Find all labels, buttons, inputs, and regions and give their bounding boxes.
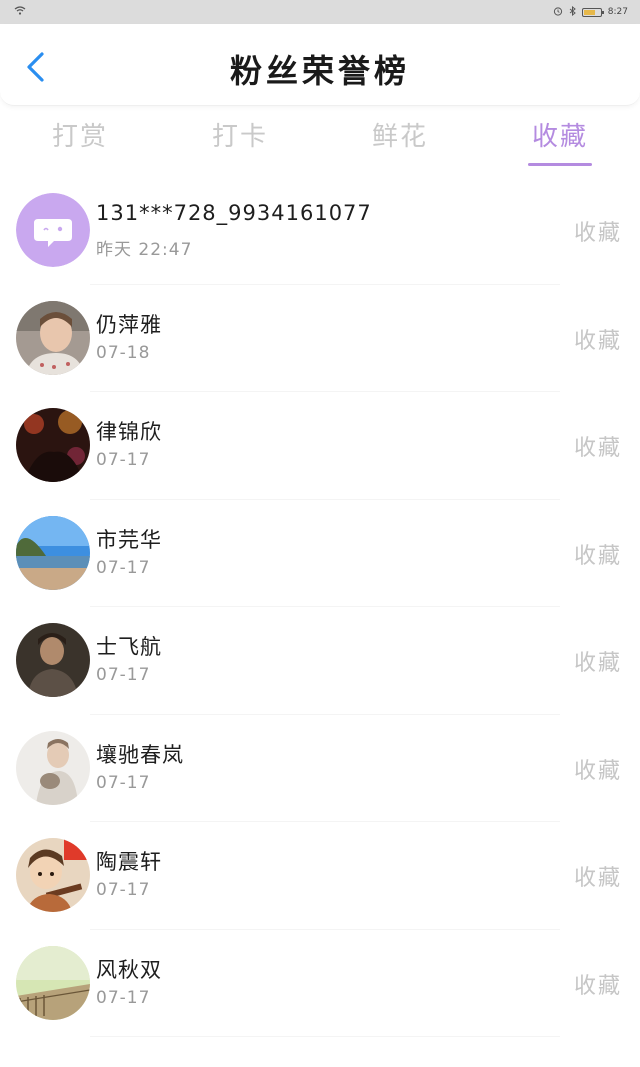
boy-cat-photo-icon — [16, 730, 90, 805]
favorite-label: 收藏 — [573, 436, 622, 461]
alarm-icon — [553, 6, 563, 19]
favorite-label: 收藏 — [573, 543, 622, 569]
tab-checkin[interactable]: 打卡 — [160, 106, 320, 168]
status-icons: 8:27 — [553, 5, 628, 19]
favorite-label: 收藏 — [573, 328, 622, 354]
list-item[interactable]: 陶震轩 07-17 收藏 — [0, 822, 640, 930]
fan-name: 士飞航 — [96, 635, 162, 659]
wifi-icon — [14, 6, 26, 18]
tab-label: 打赏 — [51, 122, 108, 152]
fan-name: 陶震轩 — [96, 850, 162, 874]
fan-name: 131***728_9934161077 — [96, 201, 372, 225]
active-tab-indicator — [528, 163, 592, 166]
fan-date: 昨天 22:47 — [96, 240, 193, 260]
list-item[interactable]: 律锦欣 07-17 收藏 — [0, 392, 640, 500]
tab-favorites[interactable]: 收藏 — [480, 106, 640, 168]
list-item[interactable]: 士飞航 07-17 收藏 — [0, 607, 640, 715]
fan-list: 131***728_9934161077 昨天 22:47 收藏 仍萍雅 07-… — [0, 177, 640, 1067]
fan-name: 仍萍雅 — [96, 312, 162, 337]
fan-date: 07-17 — [96, 450, 151, 470]
list-item[interactable]: 仍萍雅 07-18 收藏 — [0, 285, 640, 392]
avatar[interactable] — [16, 193, 90, 267]
fan-name: 律锦欣 — [96, 420, 162, 444]
party-photo-icon — [16, 408, 90, 482]
fan-date: 07-17 — [96, 880, 151, 900]
tab-bar: 打赏 打卡 鲜花 收藏 — [0, 106, 640, 168]
seaside-photo-icon — [16, 515, 90, 590]
fan-date: 07-17 — [96, 772, 151, 793]
header: 粉丝荣誉榜 — [0, 24, 640, 106]
bluetooth-icon — [569, 5, 576, 19]
avatar[interactable] — [16, 945, 90, 1020]
list-item[interactable]: 市芫华 07-17 收藏 — [0, 500, 640, 607]
child-photo-icon — [16, 300, 90, 375]
page-title: 粉丝荣誉榜 — [229, 52, 410, 90]
list-item[interactable]: 壤驰春岚 07-17 收藏 — [0, 715, 640, 822]
landscape-photo-icon — [16, 945, 90, 1020]
avatar[interactable] — [16, 730, 90, 805]
fan-date: 07-17 — [96, 987, 151, 1008]
fan-date: 07-17 — [96, 557, 151, 578]
tab-flowers[interactable]: 鲜花 — [320, 106, 480, 168]
list-item[interactable]: 风秋双 07-17 收藏 — [0, 930, 640, 1037]
tab-reward[interactable]: 打赏 — [0, 106, 160, 168]
status-bar: 8:27 — [0, 0, 640, 24]
cartoon-photo-icon — [16, 838, 90, 912]
favorite-label: 收藏 — [573, 973, 622, 999]
divider — [90, 1036, 560, 1037]
tab-label: 打卡 — [211, 122, 268, 152]
tab-label: 收藏 — [531, 122, 588, 152]
fan-date: 07-18 — [96, 342, 151, 363]
battery-icon — [581, 7, 604, 17]
avatar[interactable] — [16, 623, 90, 697]
list-item[interactable]: 131***728_9934161077 昨天 22:47 收藏 — [0, 177, 640, 285]
portrait-photo-icon — [16, 623, 90, 697]
avatar[interactable] — [16, 300, 90, 375]
avatar[interactable] — [16, 515, 90, 590]
chat-bubble-icon — [16, 193, 90, 267]
status-time: 8:27 — [607, 7, 628, 17]
fan-name: 壤驰春岚 — [96, 742, 184, 767]
tab-label: 鲜花 — [371, 122, 428, 152]
fan-name: 市芫华 — [96, 527, 162, 552]
favorite-label: 收藏 — [573, 651, 622, 676]
fan-name: 风秋双 — [96, 957, 162, 982]
fan-date: 07-17 — [96, 665, 151, 685]
avatar[interactable] — [16, 838, 90, 912]
favorite-label: 收藏 — [573, 758, 622, 784]
favorite-label: 收藏 — [573, 221, 622, 246]
favorite-label: 收藏 — [573, 866, 622, 891]
avatar[interactable] — [16, 408, 90, 482]
